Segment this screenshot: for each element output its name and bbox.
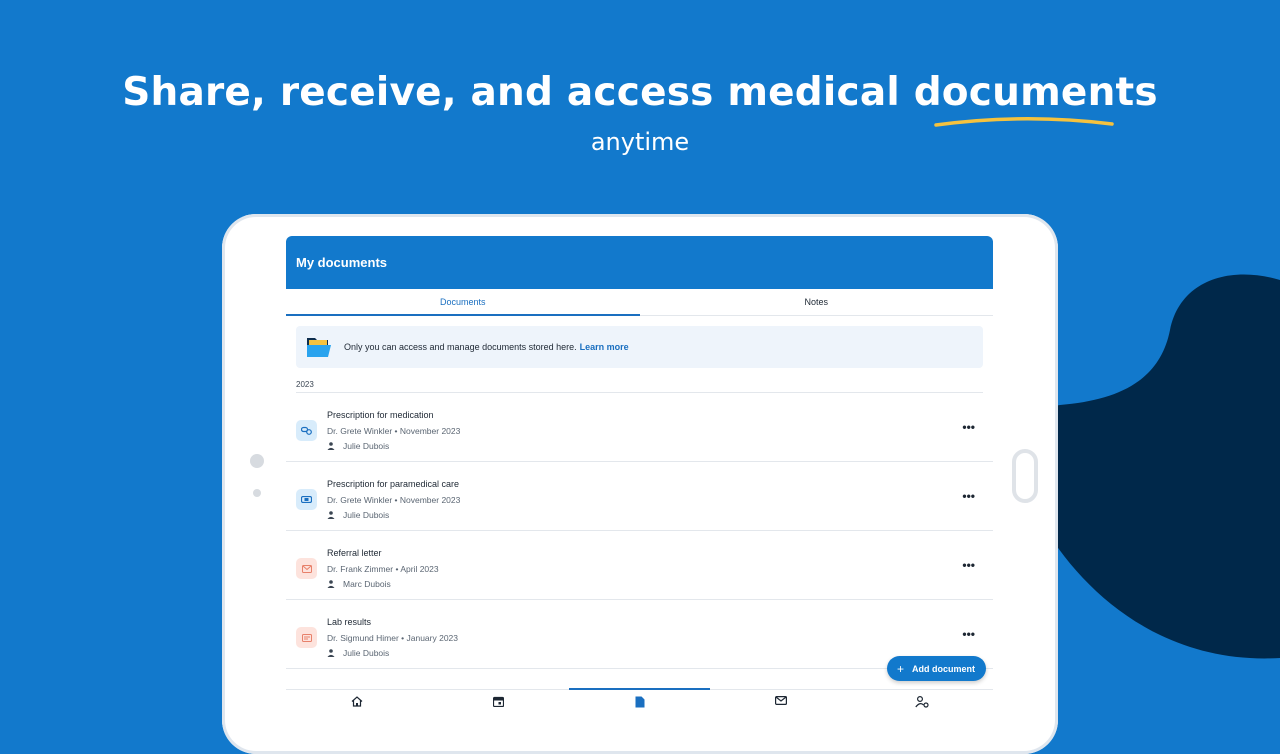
- app-bar: My documents: [286, 236, 993, 289]
- tablet-home-button: [1012, 449, 1038, 503]
- app-screen: My documents Documents Notes Only you ca…: [286, 236, 993, 720]
- document-meta: Dr. Grete Winkler • November 2023: [327, 495, 461, 505]
- document-title: Prescription for paramedical care: [327, 479, 460, 489]
- tab-documents[interactable]: Documents: [286, 289, 640, 316]
- page-title: My documents: [296, 255, 388, 270]
- list-item[interactable]: Prescription for medication Dr. Grete Wi…: [286, 393, 993, 462]
- folder-icon: [307, 338, 331, 357]
- document-title: Referral letter: [327, 548, 382, 558]
- calendar-icon: [492, 696, 504, 707]
- document-patient: Julie Dubois: [327, 441, 389, 451]
- document-meta: Dr. Frank Zimmer • April 2023: [327, 564, 439, 574]
- document-meta: Dr. Sigmund Himer • January 2023: [327, 633, 459, 643]
- info-banner: Only you can access and manage documents…: [296, 326, 983, 368]
- tab-bar: Documents Notes: [286, 289, 993, 316]
- document-patient: Julie Dubois: [327, 510, 389, 520]
- list-item[interactable]: Lab results Dr. Sigmund Himer • January …: [286, 600, 993, 669]
- hero-subline: anytime: [590, 128, 690, 156]
- hero-headline: Share, receive, and access medical docum…: [0, 70, 1280, 127]
- more-options-icon[interactable]: •••: [962, 558, 975, 572]
- plus-icon: +: [897, 661, 905, 676]
- letter-icon: [296, 558, 317, 579]
- tablet-camera: [250, 454, 264, 468]
- person-icon: [327, 442, 335, 450]
- document-patient: Julie Dubois: [327, 648, 389, 658]
- list-item[interactable]: Referral letter Dr. Frank Zimmer • April…: [286, 531, 993, 600]
- headline-text: Share, receive, and access medical: [122, 70, 914, 115]
- nav-documents[interactable]: [568, 688, 711, 720]
- person-icon: [327, 649, 335, 657]
- document-list: Prescription for medication Dr. Grete Wi…: [286, 393, 993, 669]
- bottom-navigation: [286, 688, 993, 720]
- document-title: Lab results: [327, 617, 372, 627]
- bandage-icon: [296, 489, 317, 510]
- year-header: 2023: [296, 380, 983, 393]
- nav-messages[interactable]: [710, 690, 851, 720]
- person-icon: [327, 511, 335, 519]
- learn-more-link[interactable]: Learn more: [580, 342, 629, 352]
- nav-account[interactable]: [852, 690, 993, 720]
- account-settings-icon: [915, 696, 929, 708]
- lab-report-icon: [296, 627, 317, 648]
- nav-home[interactable]: [286, 690, 427, 720]
- more-options-icon[interactable]: •••: [962, 420, 975, 434]
- document-patient: Marc Dubois: [327, 579, 391, 589]
- tab-notes[interactable]: Notes: [640, 289, 994, 315]
- list-item[interactable]: Prescription for paramedical care Dr. Gr…: [286, 462, 993, 531]
- document-meta: Dr. Grete Winkler • November 2023: [327, 426, 461, 436]
- nav-calendar[interactable]: [427, 690, 568, 720]
- home-icon: [351, 696, 363, 707]
- mail-icon: [774, 696, 787, 705]
- document-icon: [635, 696, 645, 708]
- add-document-button[interactable]: + Add document: [887, 656, 987, 681]
- person-icon: [327, 580, 335, 588]
- pills-icon: [296, 420, 317, 441]
- more-options-icon[interactable]: •••: [962, 627, 975, 641]
- tablet-sensor: [253, 489, 261, 497]
- headline-highlight: documents: [914, 70, 1158, 127]
- document-title: Prescription for medication: [327, 410, 434, 420]
- more-options-icon[interactable]: •••: [962, 489, 975, 503]
- banner-text: Only you can access and manage documents…: [344, 342, 577, 352]
